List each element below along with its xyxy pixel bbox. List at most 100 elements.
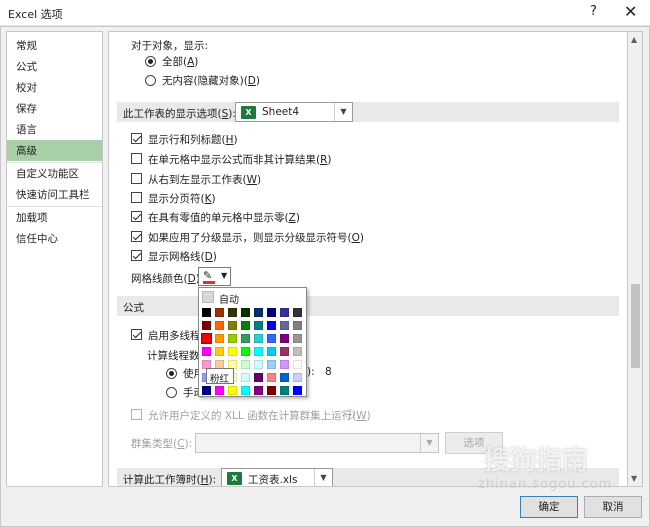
- color-swatch[interactable]: [254, 321, 263, 330]
- sidebar-item-add-ins[interactable]: 加载项: [7, 207, 102, 228]
- color-swatch[interactable]: [228, 386, 237, 395]
- color-swatch[interactable]: [280, 386, 289, 395]
- color-swatch[interactable]: [201, 333, 212, 344]
- color-swatch[interactable]: [202, 347, 211, 356]
- workbook-section-label: 计算此工作簿时(H):: [123, 474, 217, 486]
- color-swatch[interactable]: [202, 321, 211, 330]
- xll-cluster-checkbox[interactable]: [131, 409, 142, 420]
- color-swatch[interactable]: [280, 347, 289, 356]
- color-swatch[interactable]: [280, 360, 289, 369]
- color-swatch[interactable]: [228, 308, 237, 317]
- color-swatch[interactable]: [202, 308, 211, 317]
- color-swatch[interactable]: [267, 386, 276, 395]
- vertical-scrollbar[interactable]: ▲ ▼: [628, 31, 643, 487]
- sidebar-item-language[interactable]: 语言: [7, 119, 102, 140]
- close-button[interactable]: ✕: [624, 2, 637, 21]
- formulas-section: 公式: [117, 296, 619, 316]
- color-swatch[interactable]: [241, 373, 250, 382]
- title-bar: Excel 选项 ? ✕: [0, 0, 650, 26]
- show-zero-checkbox[interactable]: [131, 211, 142, 222]
- color-swatch[interactable]: [202, 386, 211, 395]
- ok-button[interactable]: 确定: [520, 496, 578, 518]
- color-swatch[interactable]: [267, 308, 276, 317]
- hide-objects-label: 无内容(隐藏对象)(D): [162, 75, 260, 87]
- outline-symbols-checkbox[interactable]: [131, 231, 142, 242]
- show-headers-checkbox[interactable]: [131, 133, 142, 144]
- processors-suffix: ):: [307, 366, 315, 378]
- color-swatch[interactable]: [293, 373, 302, 382]
- show-formulas-checkbox[interactable]: [131, 153, 142, 164]
- color-swatch[interactable]: [254, 386, 263, 395]
- multithread-checkbox[interactable]: [131, 329, 142, 340]
- sidebar-item-general[interactable]: 常规: [7, 35, 102, 56]
- color-swatch[interactable]: [293, 308, 302, 317]
- help-button[interactable]: ?: [590, 4, 597, 19]
- chevron-down-icon: ▼: [221, 271, 228, 280]
- sidebar-item-save[interactable]: 保存: [7, 98, 102, 119]
- workbook-select[interactable]: X 工资表.xls ▼: [221, 468, 333, 486]
- color-swatch[interactable]: [254, 308, 263, 317]
- color-swatch[interactable]: [228, 347, 237, 356]
- color-swatch[interactable]: [267, 321, 276, 330]
- sidebar-item-formulas[interactable]: 公式: [7, 56, 102, 77]
- cancel-button[interactable]: 取消: [584, 496, 642, 518]
- color-swatch[interactable]: [241, 334, 250, 343]
- color-swatch[interactable]: [267, 360, 276, 369]
- manual-threads-radio[interactable]: [166, 387, 177, 398]
- use-all-processors-radio[interactable]: [166, 368, 177, 379]
- color-swatch[interactable]: [215, 386, 224, 395]
- color-swatch[interactable]: [241, 347, 250, 356]
- sidebar-item-proofing[interactable]: 校对: [7, 77, 102, 98]
- color-swatch[interactable]: [254, 360, 263, 369]
- sidebar-item-trust-center[interactable]: 信任中心: [7, 228, 102, 249]
- hide-objects-radio[interactable]: [145, 75, 156, 86]
- color-swatch[interactable]: [280, 373, 289, 382]
- color-swatch[interactable]: [293, 321, 302, 330]
- color-swatch[interactable]: [241, 308, 250, 317]
- right-to-left-checkbox[interactable]: [131, 173, 142, 184]
- gridline-color-label: 网格线颜色(D): [131, 273, 200, 285]
- color-swatch[interactable]: [267, 334, 276, 343]
- current-color-bar: [203, 281, 215, 284]
- info-icon: ⓘ: [345, 410, 355, 421]
- automatic-color-option[interactable]: 自动: [202, 291, 303, 306]
- color-swatch[interactable]: [215, 308, 224, 317]
- window-title: Excel 选项: [8, 8, 63, 21]
- color-swatch[interactable]: [267, 347, 276, 356]
- color-swatch[interactable]: [241, 386, 250, 395]
- color-swatch[interactable]: [241, 321, 250, 330]
- gridlines-checkbox[interactable]: [131, 250, 142, 261]
- sheet-select[interactable]: X Sheet4 ▼: [235, 102, 353, 122]
- color-swatch[interactable]: [254, 347, 263, 356]
- sidebar-item-quick-access[interactable]: 快速访问工具栏: [7, 184, 102, 205]
- show-all-label: 全部(A): [162, 56, 199, 68]
- cluster-type-select[interactable]: ▼: [195, 433, 439, 453]
- color-swatch[interactable]: [215, 321, 224, 330]
- color-swatch[interactable]: [228, 334, 237, 343]
- color-swatch[interactable]: [280, 321, 289, 330]
- page-breaks-checkbox[interactable]: [131, 192, 142, 203]
- show-all-radio[interactable]: [145, 56, 156, 67]
- color-swatch[interactable]: [215, 347, 224, 356]
- excel-workbook-icon: X: [227, 472, 242, 485]
- color-swatch[interactable]: [280, 334, 289, 343]
- scrollbar-thumb[interactable]: [631, 284, 640, 368]
- color-swatch[interactable]: [254, 334, 263, 343]
- color-swatch[interactable]: [228, 321, 237, 330]
- color-swatch[interactable]: [293, 347, 302, 356]
- color-swatch[interactable]: [293, 386, 302, 395]
- color-swatch[interactable]: [293, 334, 302, 343]
- scroll-down-icon[interactable]: ▼: [631, 474, 637, 483]
- gridline-color-button[interactable]: ✎ ▼: [198, 267, 231, 286]
- sidebar-item-customize-ribbon[interactable]: 自定义功能区: [7, 163, 102, 184]
- color-swatch[interactable]: [215, 334, 224, 343]
- color-swatch[interactable]: [280, 308, 289, 317]
- sidebar-item-advanced[interactable]: 高级: [7, 140, 102, 161]
- show-headers-label: 显示行和列标题(H): [148, 134, 238, 146]
- scroll-up-icon[interactable]: ▲: [631, 35, 637, 44]
- color-swatch[interactable]: [267, 373, 276, 382]
- sidebar: 常规 公式 校对 保存 语言 高级 自定义功能区 快速访问工具栏 加载项 信任中…: [6, 31, 103, 487]
- color-swatch[interactable]: [293, 360, 302, 369]
- color-swatch[interactable]: [254, 373, 263, 382]
- color-swatch[interactable]: [241, 360, 250, 369]
